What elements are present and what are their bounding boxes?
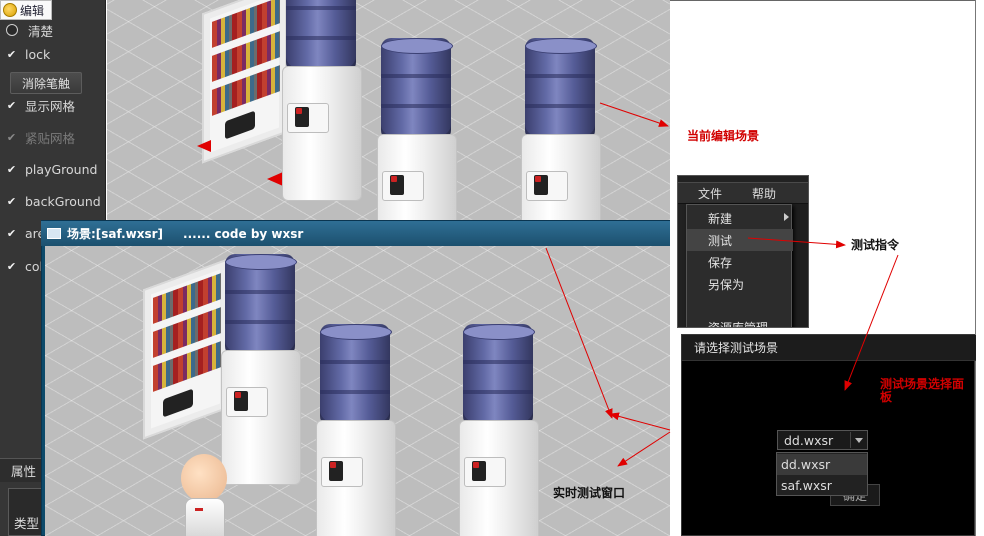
menu-item-save[interactable]: 保存	[687, 251, 793, 273]
menu-help[interactable]: 帮助	[732, 185, 786, 202]
bookshelf	[143, 258, 228, 440]
background-checkbox[interactable]: ✔ backGround	[6, 192, 101, 210]
menu-file[interactable]: 文件	[678, 185, 732, 202]
window-icon	[47, 228, 61, 239]
character-head	[181, 454, 227, 502]
properties-tab[interactable]: 属性	[0, 458, 42, 482]
menu-item-new[interactable]: 新建	[687, 207, 793, 229]
selection-marker	[267, 172, 283, 186]
check-icon[interactable]: ✔	[6, 196, 17, 207]
snap-grid-label: 紧贴网格	[25, 130, 76, 146]
clear-strokes-button[interactable]: 消除笔触	[10, 72, 82, 94]
playground-label: playGround	[25, 161, 98, 177]
annotation-test-command: 测试指令	[851, 238, 900, 252]
snap-grid-checkbox[interactable]: ✔ 紧贴网格	[6, 128, 75, 146]
check-icon[interactable]: ✔	[6, 132, 17, 143]
menu-bar: 文件 帮助	[678, 182, 808, 204]
dialog-title: 请选择测试场景	[682, 335, 976, 361]
clear-radio[interactable]: 清楚	[6, 21, 53, 39]
menu-item-test[interactable]: 测试	[687, 229, 793, 251]
annotation-current-scene: 当前编辑场景	[687, 129, 760, 143]
check-icon[interactable]: ✔	[6, 228, 17, 239]
playground-checkbox[interactable]: ✔ playGround	[6, 160, 98, 178]
test-window-titlebar[interactable]: 场景:[saf.wxsr] ...... code by wxsr	[41, 221, 670, 246]
bookshelf	[202, 0, 287, 164]
annotation-scene-panel: 测试场景选择面板	[880, 377, 965, 404]
check-icon[interactable]: ✔	[6, 49, 17, 60]
scene-option[interactable]: saf.wxsr	[777, 475, 867, 496]
check-icon[interactable]: ✔	[6, 100, 17, 111]
menu-item-save-as[interactable]: 另保为	[687, 273, 793, 295]
frame-border	[670, 0, 976, 1]
lock-checkbox[interactable]: ✔ lock	[6, 45, 50, 63]
frame-border	[975, 0, 976, 536]
edit-icon	[3, 3, 17, 17]
scene-option[interactable]: dd.wxsr	[777, 454, 867, 475]
clear-radio-label: 清楚	[28, 23, 54, 39]
menu-backdrop	[792, 204, 808, 327]
menu-item-resource-manager[interactable]: 资源库管理	[687, 316, 793, 328]
check-icon[interactable]: ✔	[6, 164, 17, 175]
choose-scene-dialog: 请选择测试场景 确定 dd.wxsr dd.wxsr saf.wxsr	[681, 334, 976, 536]
collision-checkbox[interactable]: ✔ col	[6, 257, 43, 275]
scene-select[interactable]: dd.wxsr	[777, 430, 868, 450]
test-window-credit: ...... code by wxsr	[183, 226, 304, 241]
scene-select-value: dd.wxsr	[784, 432, 834, 448]
background-label: backGround	[25, 193, 101, 209]
editor-scene-view[interactable]	[107, 0, 670, 220]
file-dropdown: 新建 测试 保存 另保为 资源库管理	[686, 204, 793, 328]
submenu-arrow-icon	[784, 213, 789, 221]
annotation-realtime-window: 实时测试窗口	[553, 486, 626, 500]
area-checkbox[interactable]: ✔ are	[6, 224, 45, 242]
character-badge	[195, 508, 203, 511]
selection-marker	[197, 140, 211, 152]
lock-label: lock	[25, 46, 51, 62]
test-window-title: 场景:[saf.wxsr]	[67, 227, 164, 241]
show-grid-label: 显示网格	[25, 98, 76, 114]
chevron-down-icon[interactable]	[850, 432, 866, 448]
character-body	[185, 498, 225, 536]
edit-mode-tab[interactable]: 编辑	[0, 0, 52, 20]
show-grid-checkbox[interactable]: ✔ 显示网格	[6, 96, 75, 114]
check-icon[interactable]: ✔	[6, 261, 17, 272]
radio-icon[interactable]	[6, 24, 18, 36]
edit-label: 编辑	[20, 3, 45, 18]
menu-screenshot: 文件 帮助 新建 测试 保存 另保为 资源库管理	[677, 175, 809, 328]
scene-options-list: dd.wxsr saf.wxsr	[776, 452, 868, 496]
